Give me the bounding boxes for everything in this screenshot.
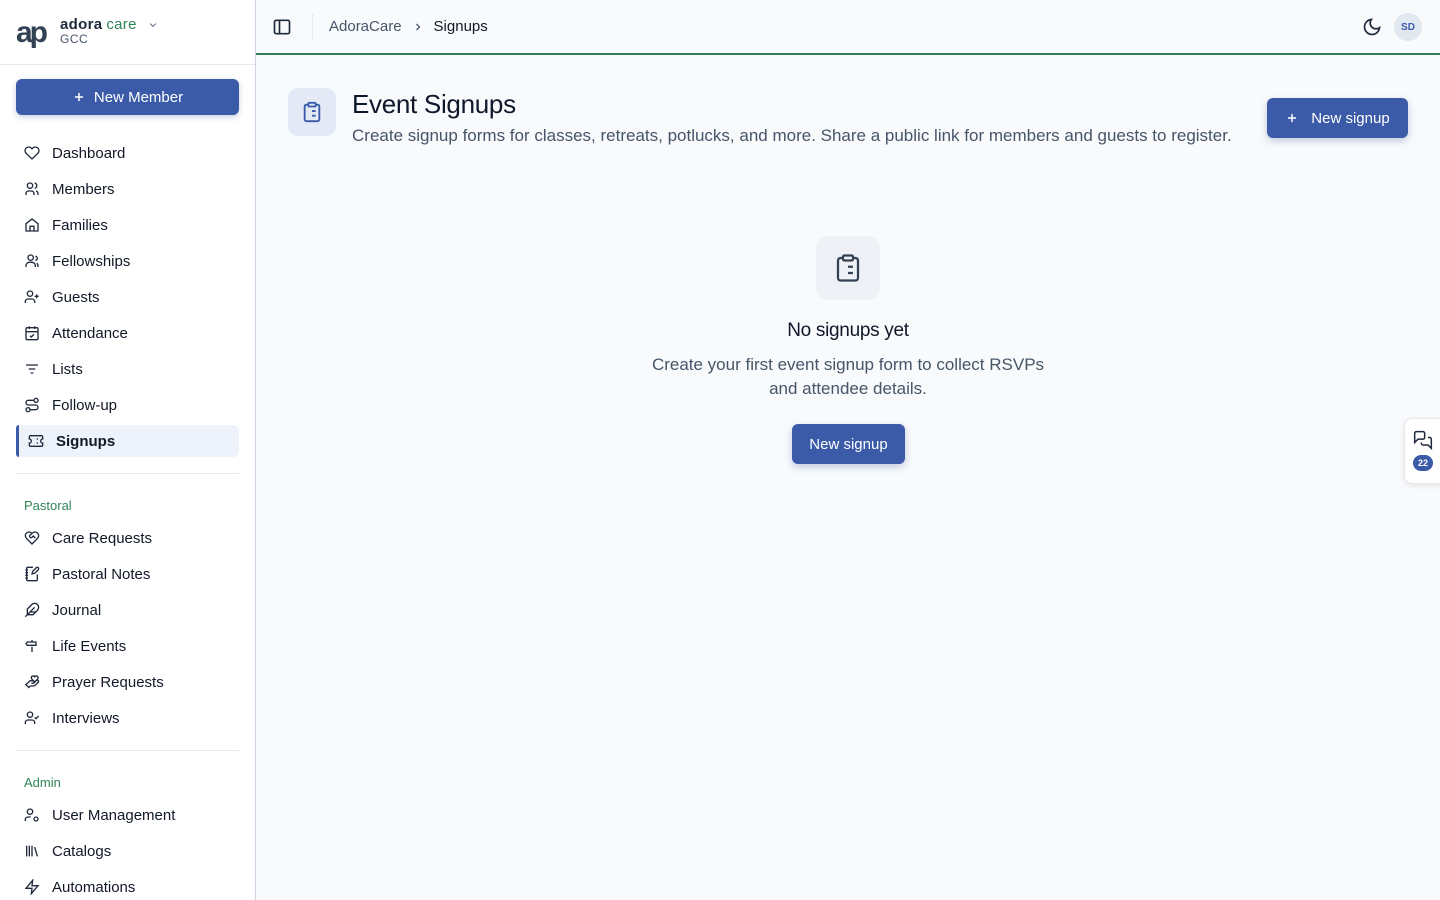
ticket-icon <box>28 435 44 447</box>
org-name: GCC <box>60 32 89 46</box>
clipboard-list-icon <box>836 254 860 282</box>
sidebar-divider <box>16 750 239 751</box>
sidebar-divider <box>16 473 239 474</box>
sidebar: ap adora care GCC New Member Dashboard M… <box>0 0 256 900</box>
sidebar-item-label: Life Events <box>52 637 127 655</box>
page-title: Event Signups <box>352 89 516 119</box>
home-icon <box>25 218 39 232</box>
sidebar-item-label: Care Requests <box>52 529 153 547</box>
sidebar-item-automations[interactable]: Automations <box>16 871 239 900</box>
sidebar-item-lists[interactable]: Lists <box>16 353 239 385</box>
plus-icon <box>1288 113 1297 123</box>
new-signup-button[interactable]: New signup <box>1267 98 1408 138</box>
sidebar-item-label: Guests <box>52 288 100 306</box>
avatar[interactable]: SD <box>1394 13 1422 41</box>
sidebar-item-guests[interactable]: Guests <box>16 281 239 313</box>
brand-name-accent: care <box>106 16 137 33</box>
sidebar-item-label: Families <box>52 216 108 234</box>
brand-logo: ap <box>16 15 50 49</box>
empty-state-icon <box>816 236 880 300</box>
sidebar-item-journal[interactable]: Journal <box>16 594 239 626</box>
sidebar-item-label: User Management <box>52 806 176 824</box>
sidebar-item-prayer-requests[interactable]: Prayer Requests <box>16 666 239 698</box>
new-member-button[interactable]: New Member <box>16 79 239 115</box>
clipboard-list-icon <box>303 101 321 123</box>
hand-heart-icon <box>24 675 40 689</box>
sidebar-item-label: Catalogs <box>52 842 112 860</box>
sidebar-item-catalogs[interactable]: Catalogs <box>16 835 239 867</box>
sidebar-item-label: Interviews <box>52 709 120 727</box>
sidebar-item-members[interactable]: Members <box>16 173 239 205</box>
new-member-label: New Member <box>93 88 184 106</box>
sidebar-item-follow-up[interactable]: Follow-up <box>16 389 239 421</box>
heart-handshake-icon <box>24 531 40 545</box>
messages-icon <box>1413 430 1433 450</box>
group-icon <box>25 254 39 267</box>
sidebar-item-label: Signups <box>56 432 116 450</box>
brand-name: adora <box>60 16 103 33</box>
page-subtitle: Create signup forms for classes, retreat… <box>352 126 1232 145</box>
sidebar-item-label: Pastoral Notes <box>52 565 151 583</box>
svg-text:ap: ap <box>16 16 48 49</box>
sidebar-toggle-icon[interactable] <box>272 17 292 37</box>
empty-state-text: Create your first event signup form to c… <box>651 355 1045 398</box>
breadcrumb: AdoraCare Signups <box>329 18 488 35</box>
plus-icon <box>74 92 83 102</box>
page-header-icon <box>288 88 336 136</box>
notebook-pen-icon <box>25 566 40 582</box>
sidebar-item-families[interactable]: Families <box>16 209 239 241</box>
sidebar-item-label: Automations <box>52 878 136 896</box>
sidebar-item-label: Lists <box>52 360 83 378</box>
sidebar-item-label: Journal <box>52 601 102 619</box>
sidebar-item-user-management[interactable]: User Management <box>16 799 239 831</box>
new-signup-label: New signup <box>1311 109 1390 127</box>
users-icon <box>25 182 39 195</box>
user-check-icon <box>24 711 40 724</box>
route-icon <box>25 397 39 413</box>
sidebar-item-dashboard[interactable]: Dashboard <box>16 137 239 169</box>
sidebar-item-signups[interactable]: Signups <box>16 425 239 457</box>
breadcrumb-current: Signups <box>433 18 488 35</box>
chevron-right-icon <box>415 23 420 30</box>
empty-state-new-signup-button[interactable]: New signup <box>792 424 905 464</box>
sidebar-item-fellowships[interactable]: Fellowships <box>16 245 239 277</box>
org-switcher[interactable]: ap adora care GCC <box>0 0 255 65</box>
chat-badge: 22 <box>1413 455 1433 471</box>
sidebar-item-label: Attendance <box>52 324 128 342</box>
sidebar-item-interviews[interactable]: Interviews <box>16 702 239 734</box>
empty-state-title: No signups yet <box>787 320 909 341</box>
sidebar-item-label: Members <box>52 180 115 198</box>
feather-icon <box>24 602 40 618</box>
topbar-separator <box>312 14 313 40</box>
sidebar-item-care-requests[interactable]: Care Requests <box>16 522 239 554</box>
section-label-pastoral: Pastoral <box>24 498 72 513</box>
zap-icon <box>24 879 40 895</box>
breadcrumb-root-link[interactable]: AdoraCare <box>329 18 402 35</box>
library-icon <box>26 845 38 857</box>
sidebar-item-label: Fellowships <box>52 252 131 270</box>
chevron-down-icon <box>149 23 157 28</box>
moon-icon[interactable] <box>1362 17 1382 37</box>
sidebar-item-label: Follow-up <box>52 396 118 414</box>
sidebar-item-label: Dashboard <box>52 144 126 162</box>
calendar-check-icon <box>25 326 39 341</box>
sidebar-item-life-events[interactable]: Life Events <box>16 630 239 662</box>
sidebar-item-attendance[interactable]: Attendance <box>16 317 239 349</box>
section-label-admin: Admin <box>24 775 61 790</box>
heart-icon <box>24 146 40 160</box>
user-plus-icon <box>24 290 39 303</box>
sidebar-item-label: Prayer Requests <box>52 673 164 691</box>
filter-icon <box>26 364 38 374</box>
signpost-icon <box>25 640 37 652</box>
user-cog-icon <box>24 808 39 822</box>
sidebar-item-pastoral-notes[interactable]: Pastoral Notes <box>16 558 239 590</box>
chat-widget[interactable]: 22 <box>1404 418 1440 484</box>
topbar: AdoraCare Signups SD <box>256 0 1440 55</box>
